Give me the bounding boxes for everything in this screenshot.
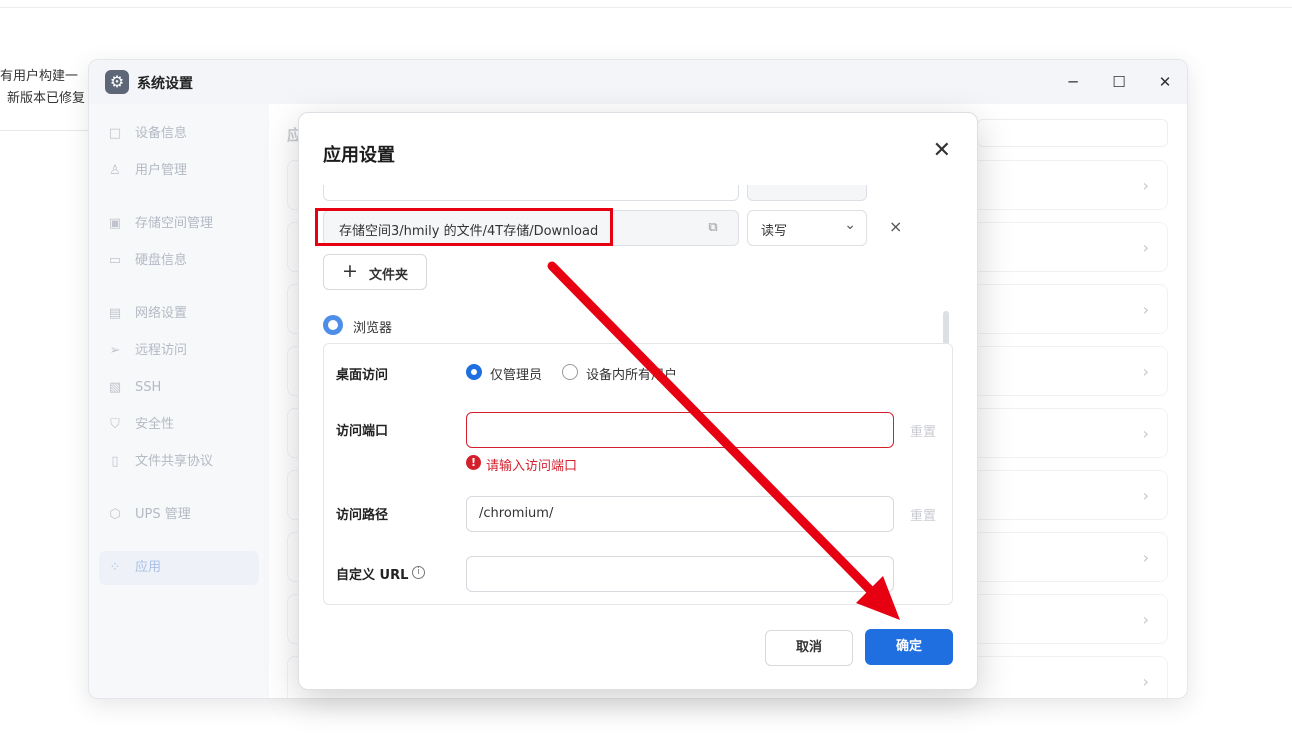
browser-settings-panel: 桌面访问 仅管理员 设备内所有用户 访问端口 重置 ! 请输入访问端口 访问路径… — [323, 343, 953, 605]
sidebar-item-remote-access[interactable]: ➢ 远程访问 — [99, 334, 259, 368]
radio-all-users-label[interactable]: 设备内所有用户 — [586, 364, 677, 383]
chevron-right-icon: › — [1142, 548, 1149, 567]
app-settings-dialog: 应用设置 ✕ 存储空间3/hmily 的文件/4T存储/Download ⧉ 读… — [298, 112, 978, 690]
sidebar-item-label: SSH — [135, 380, 162, 395]
notice-line-2: 新版本已修复 — [7, 91, 86, 106]
storage-icon: ▣ — [108, 216, 122, 231]
sidebar-item-label: 应用 — [135, 560, 162, 575]
chevron-right-icon: › — [1142, 300, 1149, 319]
chromium-icon — [323, 315, 343, 335]
sidebar-item-network[interactable]: ▤ 网络设置 — [99, 297, 259, 331]
chevron-right-icon: › — [1142, 610, 1149, 629]
window-title: 系统设置 — [137, 76, 193, 92]
background-divider — [0, 130, 90, 131]
chevron-right-icon: › — [1142, 238, 1149, 257]
add-folder-button[interactable]: + 文件夹 — [323, 254, 427, 290]
add-folder-label: 文件夹 — [369, 268, 409, 283]
access-path-value: /chromium/ — [479, 506, 554, 521]
plus-icon: + — [342, 260, 358, 282]
permission-select-previous[interactable] — [747, 185, 867, 201]
terminal-icon: ▧ — [108, 380, 122, 395]
confirm-button[interactable]: 确定 — [865, 629, 953, 665]
notice-line-1: 有用户构建一 — [0, 69, 79, 84]
disk-icon: ▭ — [108, 253, 122, 268]
folder-path-input-previous[interactable] — [323, 185, 739, 201]
permission-select[interactable]: 读写 ⌄ — [747, 210, 867, 246]
chevron-right-icon: › — [1142, 362, 1149, 381]
access-path-input[interactable]: /chromium/ — [466, 496, 894, 532]
access-port-reset[interactable]: 重置 — [910, 421, 936, 440]
chevron-right-icon: › — [1142, 672, 1149, 691]
access-path-reset[interactable]: 重置 — [910, 505, 936, 524]
sidebar-item-label: 远程访问 — [135, 343, 188, 358]
chevron-down-icon: ⌄ — [844, 217, 856, 233]
radio-admin-only-label[interactable]: 仅管理员 — [490, 364, 542, 383]
info-icon[interactable]: i — [412, 566, 425, 579]
access-port-label: 访问端口 — [336, 424, 389, 439]
search-input[interactable] — [977, 119, 1168, 147]
remove-folder-button[interactable]: × — [889, 218, 902, 236]
custom-url-input[interactable] — [466, 556, 894, 592]
ups-icon: ⬡ — [109, 507, 121, 522]
gear-icon: ⚙ — [105, 70, 129, 94]
sidebar-item-disk-info[interactable]: ▭ 硬盘信息 — [99, 244, 259, 278]
sidebar-item-label: 设备信息 — [135, 126, 188, 141]
shield-icon: ⛉ — [110, 417, 120, 432]
user-icon: ♙ — [109, 163, 121, 178]
sidebar-item-label: 文件共享协议 — [135, 454, 214, 469]
background-notice: 有用户构建一 新版本已修复 — [0, 66, 85, 110]
custom-url-label: 自定义 URL — [336, 568, 409, 583]
close-window-button[interactable]: ✕ — [1153, 71, 1177, 93]
sidebar-item-device-info[interactable]: □ 设备信息 — [99, 117, 259, 151]
file-icon: ▯ — [111, 454, 119, 469]
access-port-input[interactable] — [466, 412, 894, 448]
sidebar-item-label: 用户管理 — [135, 163, 188, 178]
desktop-access-label: 桌面访问 — [336, 368, 389, 383]
sidebar-item-label: UPS 管理 — [135, 507, 191, 522]
copy-icon[interactable]: ⧉ — [705, 220, 721, 236]
error-icon: ! — [466, 455, 481, 470]
top-divider — [0, 7, 1292, 8]
send-icon: ➢ — [109, 343, 121, 358]
chevron-right-icon: › — [1142, 424, 1149, 443]
sidebar-item-apps[interactable]: ⁘ 应用 — [99, 551, 259, 585]
radio-admin-only[interactable] — [466, 364, 482, 380]
device-info-icon: □ — [108, 126, 122, 141]
sidebar: □ 设备信息 ♙ 用户管理 ▣ 存储空间管理 ▭ 硬盘信息 ▤ 网络设置 ➢ 远程访问 ▧ S… — [89, 104, 269, 698]
sidebar-item-storage[interactable]: ▣ 存储空间管理 — [99, 207, 259, 241]
maximize-button[interactable]: ☐ — [1107, 71, 1131, 93]
cancel-button[interactable]: 取消 — [765, 630, 853, 666]
sidebar-item-ssh[interactable]: ▧ SSH — [99, 371, 259, 405]
sidebar-item-file-sharing[interactable]: ▯ 文件共享协议 — [99, 445, 259, 479]
access-port-error: 请输入访问端口 — [486, 459, 578, 474]
browser-section-label: 浏览器 — [353, 321, 393, 336]
dialog-title: 应用设置 — [323, 145, 395, 166]
network-icon: ▤ — [108, 306, 122, 321]
permission-value: 读写 — [761, 224, 788, 239]
sidebar-item-label: 安全性 — [135, 417, 175, 432]
sidebar-item-label: 网络设置 — [135, 306, 188, 321]
annotation-highlight-box — [315, 208, 613, 246]
sidebar-item-label: 存储空间管理 — [135, 216, 214, 231]
window-titlebar: ⚙ 系统设置 ─ ☐ ✕ — [89, 60, 1187, 104]
sidebar-item-ups[interactable]: ⬡ UPS 管理 — [99, 498, 259, 532]
apps-grid-icon: ⁘ — [109, 560, 121, 575]
chevron-right-icon: › — [1142, 486, 1149, 505]
sidebar-item-label: 硬盘信息 — [135, 253, 188, 268]
radio-all-users[interactable] — [562, 364, 578, 380]
access-path-label: 访问路径 — [336, 508, 389, 523]
chevron-right-icon: › — [1142, 176, 1149, 195]
sidebar-item-security[interactable]: ⛉ 安全性 — [99, 408, 259, 442]
close-icon[interactable]: ✕ — [933, 137, 951, 165]
dialog-body: 存储空间3/hmily 的文件/4T存储/Download ⧉ 读写 ⌄ × +… — [299, 185, 977, 609]
minimize-button[interactable]: ─ — [1061, 71, 1085, 93]
sidebar-item-users[interactable]: ♙ 用户管理 — [99, 154, 259, 188]
